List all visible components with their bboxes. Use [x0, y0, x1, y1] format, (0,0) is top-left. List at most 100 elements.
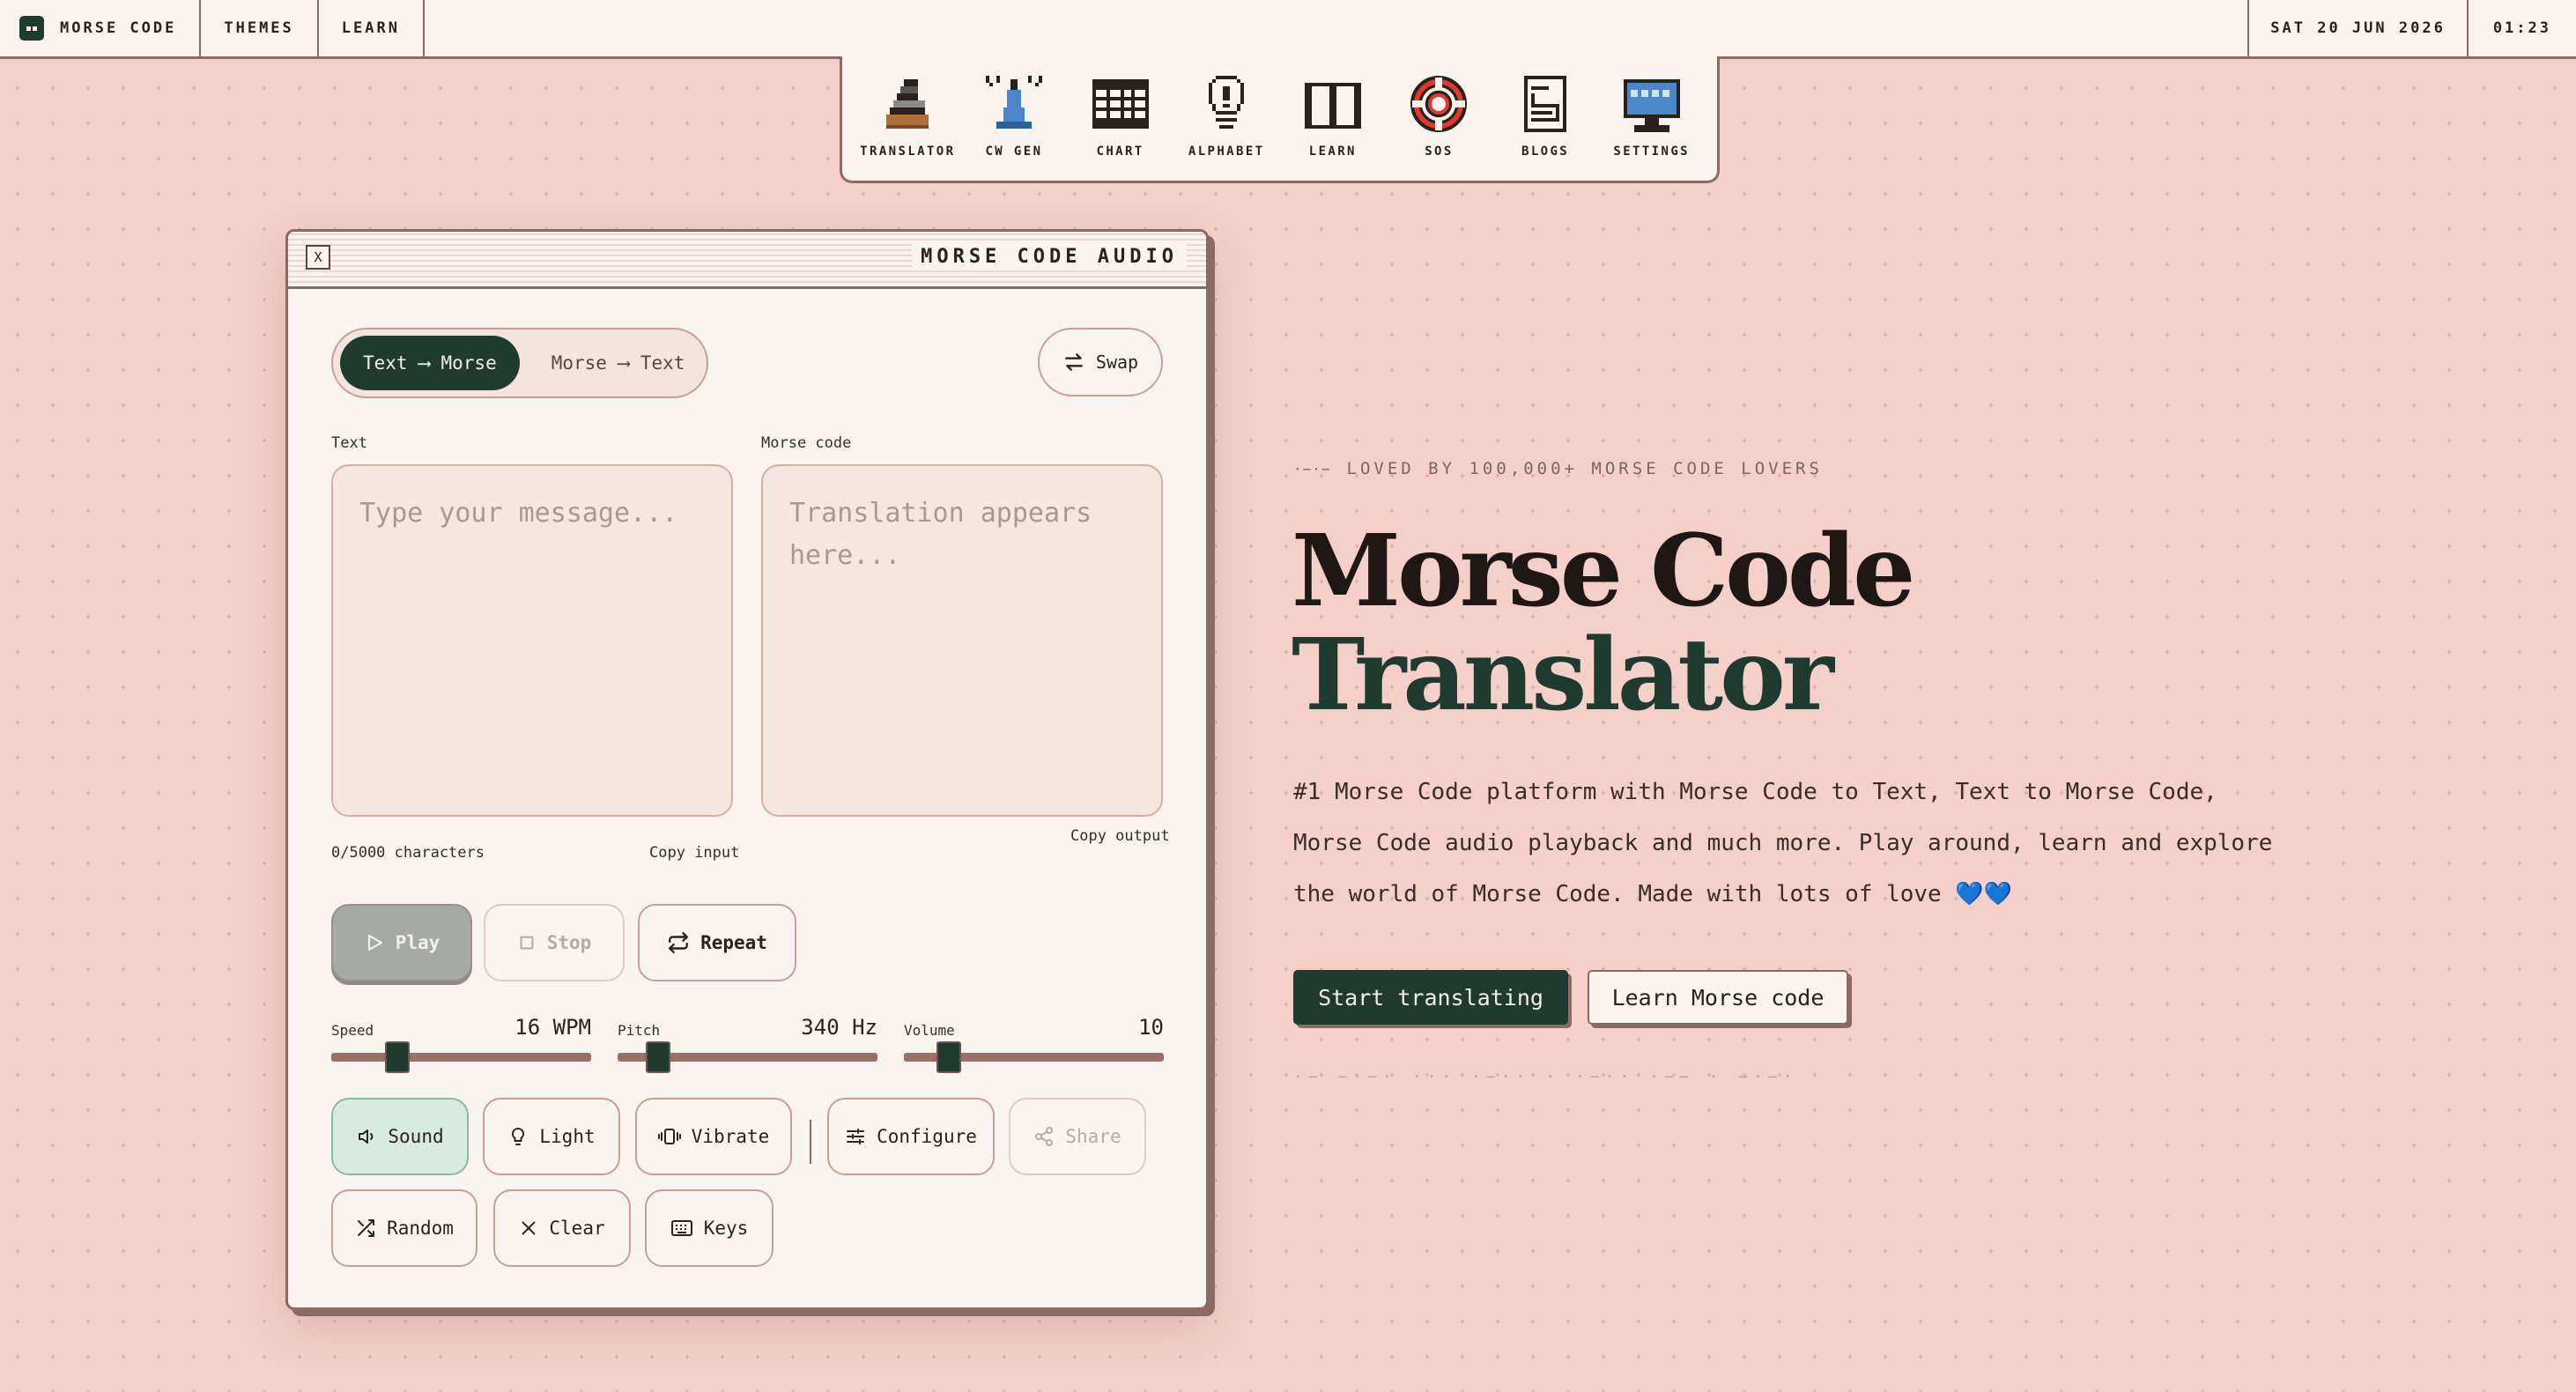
share-label: Share — [1065, 1126, 1121, 1147]
sound-label: Sound — [388, 1126, 444, 1147]
hero-eyebrow: ·−·− LOVED BY 100,000+ MORSE CODE LOVERS — [1293, 459, 1823, 478]
share-icon — [1035, 1127, 1054, 1146]
brand-name: MORSE CODE — [60, 19, 177, 37]
shuffle-icon — [358, 1219, 375, 1237]
pitch-label: Pitch — [618, 1022, 661, 1039]
sliders-icon — [847, 1129, 865, 1144]
dock-item-cw-gen[interactable]: CW GEN — [967, 72, 1060, 159]
dock-item-chart[interactable]: CHART — [1074, 72, 1166, 159]
text-input[interactable]: Type your message... — [331, 464, 733, 817]
hero-title: Morse Code Translator — [1292, 514, 1915, 733]
dock-item-sos[interactable]: SOS — [1393, 72, 1485, 159]
dock-label: LEARN — [1308, 144, 1357, 159]
dock-item-translator[interactable]: TRANSLATOR — [860, 72, 956, 159]
copy-output-button[interactable]: Copy output — [1070, 827, 1170, 845]
start-translating-button[interactable]: Start translating — [1293, 970, 1568, 1025]
decorative-morse-line: ·− −·−· ··· ·−·· · ·−·· ·−− · −·−· — [1293, 1068, 1798, 1086]
volume-label: Volume — [904, 1022, 955, 1039]
swap-icon — [1065, 353, 1083, 371]
keys-label: Keys — [703, 1218, 749, 1239]
morse-audio-window: X MORSE CODE AUDIO Text ⟶ Morse Morse ⟶ … — [285, 229, 1209, 1310]
window-titlebar: X MORSE CODE AUDIO — [288, 232, 1206, 289]
dock-label: TRANSLATOR — [860, 144, 956, 159]
sound-toggle[interactable]: Sound — [331, 1098, 469, 1175]
window-title: MORSE CODE AUDIO — [912, 244, 1187, 270]
light-label: Light — [539, 1126, 596, 1147]
grid-chart-icon — [1092, 79, 1149, 129]
close-icon[interactable]: X — [306, 245, 330, 270]
app-dock: TRANSLATOR CW GEN CHART ALPHABET LEARN S… — [840, 56, 1720, 183]
mode-morse-to-text[interactable]: Morse ⟶ Text — [529, 336, 708, 390]
morse-output[interactable]: Translation appears here... — [761, 464, 1163, 817]
dock-item-blogs[interactable]: BLOGS — [1499, 72, 1592, 159]
lightbulb-icon — [1209, 76, 1245, 129]
speed-value: 16 WPM — [514, 1015, 591, 1040]
hero-title-line1: Morse Code — [1292, 514, 1915, 629]
current-time: 01:23 — [2466, 0, 2576, 56]
toolbar-divider — [810, 1120, 811, 1164]
dock-label: SOS — [1425, 144, 1454, 159]
stop-icon — [520, 936, 534, 950]
clear-button[interactable]: Clear — [493, 1189, 631, 1267]
dock-item-alphabet[interactable]: ALPHABET — [1181, 72, 1273, 159]
pitch-slider-thumb[interactable] — [646, 1041, 671, 1073]
keys-button[interactable]: Keys — [645, 1189, 774, 1267]
monitor-icon — [1623, 79, 1680, 132]
repeat-icon — [669, 931, 689, 954]
mode-toggle: Text ⟶ Morse Morse ⟶ Text — [331, 328, 708, 398]
volume-slider-thumb[interactable] — [936, 1041, 962, 1073]
hero-description: #1 Morse Code platform with Morse Code t… — [1293, 779, 2273, 907]
nav-learn[interactable]: LEARN — [319, 0, 425, 56]
dock-item-settings[interactable]: SETTINGS — [1605, 72, 1698, 159]
pitch-value: 340 Hz — [801, 1015, 877, 1040]
stop-button[interactable]: Stop — [484, 904, 625, 981]
swap-label: Swap — [1095, 352, 1139, 373]
copy-input-button[interactable]: Copy input — [649, 844, 739, 862]
mode-text-to-morse[interactable]: Text ⟶ Morse — [340, 336, 520, 390]
repeat-label: Repeat — [700, 932, 767, 953]
speed-slider-thumb[interactable] — [385, 1041, 411, 1073]
configure-button[interactable]: Configure — [827, 1098, 995, 1175]
light-toggle[interactable]: Light — [483, 1098, 620, 1175]
top-navigation-bar: MORSE CODE THEMES LEARN SAT 20 JUN 2026 … — [0, 0, 2576, 59]
dock-label: CW GEN — [985, 144, 1043, 159]
eyebrow-text: LOVED BY 100,000+ MORSE CODE LOVERS — [1346, 459, 1823, 478]
morse-logo-icon — [19, 16, 44, 41]
character-count: 0/5000 characters — [331, 844, 485, 862]
learn-morse-button[interactable]: Learn Morse code — [1588, 970, 1848, 1025]
random-button[interactable]: Random — [331, 1189, 477, 1267]
speaker-icon — [359, 1129, 374, 1144]
dock-item-learn[interactable]: LEARN — [1286, 72, 1379, 159]
volume-value: 10 — [1138, 1015, 1164, 1040]
random-label: Random — [387, 1218, 454, 1239]
vibrate-icon — [657, 1129, 681, 1144]
eyebrow-morse-mark: ·−·− — [1293, 460, 1331, 478]
nav-themes[interactable]: THEMES — [201, 0, 319, 56]
speed-slider-track[interactable] — [331, 1053, 591, 1062]
dock-label: ALPHABET — [1188, 144, 1265, 159]
lifebuoy-icon — [1410, 76, 1468, 132]
current-date: SAT 20 JUN 2026 — [2247, 0, 2467, 56]
telegraph-key-icon — [886, 79, 929, 129]
clear-label: Clear — [549, 1218, 605, 1239]
antenna-icon — [985, 76, 1042, 129]
output-label: Morse code — [761, 434, 852, 452]
dock-label: SETTINGS — [1613, 144, 1690, 159]
play-button[interactable]: Play — [331, 904, 472, 981]
play-icon — [367, 934, 382, 951]
close-x-icon — [522, 1221, 536, 1235]
swap-button[interactable]: Swap — [1038, 328, 1163, 396]
repeat-button[interactable]: Repeat — [638, 904, 796, 981]
bulb-icon — [512, 1127, 525, 1145]
share-button[interactable]: Share — [1009, 1098, 1146, 1175]
hero-title-line2: Translator — [1292, 618, 1834, 733]
open-book-icon — [1304, 83, 1361, 129]
configure-label: Configure — [877, 1126, 977, 1147]
vibrate-toggle[interactable]: Vibrate — [635, 1098, 792, 1175]
vibrate-label: Vibrate — [691, 1126, 770, 1147]
stop-label: Stop — [546, 932, 592, 953]
brand-link[interactable]: MORSE CODE — [0, 0, 202, 56]
input-label: Text — [331, 434, 367, 452]
document-icon — [1524, 76, 1567, 132]
